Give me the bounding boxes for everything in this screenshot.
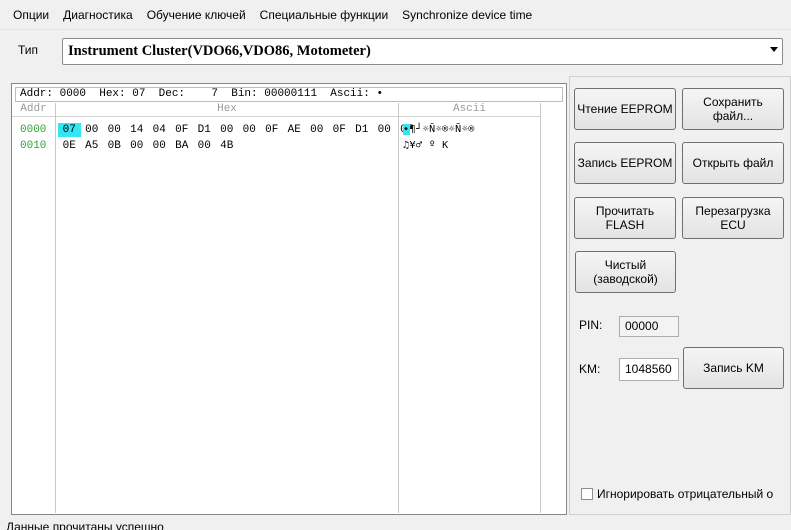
reboot-ecu-button[interactable]: Перезагрузка ECU (682, 197, 784, 239)
hex-column-header: Hex (56, 103, 398, 117)
hex-byte[interactable]: 14 (126, 123, 149, 137)
clean-factory-button[interactable]: Чистый (заводской) (575, 251, 676, 293)
hex-byte-selected[interactable]: 07 (58, 123, 81, 137)
menu-options[interactable]: Опции (6, 0, 56, 30)
ascii-divider (540, 103, 541, 513)
hex-byte[interactable]: 00 (148, 139, 171, 153)
write-eeprom-button[interactable]: Запись EEPROM (574, 142, 676, 184)
hex-byte[interactable]: 04 (148, 123, 171, 137)
type-dropdown[interactable]: Instrument Cluster(VDO66,VDO86, Motomete… (62, 38, 783, 65)
hex-byte[interactable]: AE (283, 123, 306, 137)
hex-byte[interactable]: 00 (306, 123, 329, 137)
hex-byte[interactable]: 0B (103, 139, 126, 153)
read-eeprom-button[interactable]: Чтение EEPROM (574, 88, 676, 130)
ascii-text[interactable]: ♫¥♂ º K (403, 140, 449, 151)
status-text: Данные прочитаны успешно (6, 520, 164, 530)
hex-byte[interactable]: 00 (193, 139, 216, 153)
menu-bar: Опции Диагностика Обучение ключей Специа… (0, 0, 791, 30)
type-dropdown-value: Instrument Cluster(VDO66,VDO86, Motomete… (68, 43, 371, 59)
ignore-negative-option[interactable]: Игнорировать отрицательный о (581, 487, 773, 501)
row-address: 0000 (20, 124, 47, 136)
row-address: 0010 (20, 140, 47, 152)
hex-byte[interactable]: 00 (373, 123, 396, 137)
ignore-negative-label: Игнорировать отрицательный о (597, 487, 774, 501)
ascii-column-header: Ascii (399, 103, 540, 117)
hex-byte[interactable]: BA (171, 139, 194, 153)
hex-divider (398, 103, 399, 513)
hex-editor[interactable]: Addr: 0000 Hex: 07 Dec: 7 Bin: 00000111 … (11, 83, 567, 515)
open-file-button[interactable]: Открыть файл (682, 142, 784, 184)
read-flash-button[interactable]: Прочитать FLASH (574, 197, 676, 239)
km-field[interactable]: 1048560 (619, 358, 679, 381)
hex-row: 0E A5 0B 00 00 BA 00 4B (58, 139, 238, 153)
addr-column-header: Addr (12, 103, 55, 117)
hex-info-bar: Addr: 0000 Hex: 07 Dec: 7 Bin: 00000111 … (15, 87, 563, 102)
hex-byte[interactable]: 0F (171, 123, 194, 137)
hex-byte[interactable]: 00 (216, 123, 239, 137)
hex-byte[interactable]: A5 (81, 139, 104, 153)
hex-byte[interactable]: D1 (351, 123, 374, 137)
hex-byte[interactable]: 00 (81, 123, 104, 137)
hex-byte[interactable]: D1 (193, 123, 216, 137)
ascii-row: •¶┘☼Ñ☼®☼Ñ☼® (403, 123, 475, 137)
hex-byte[interactable]: 00 (103, 123, 126, 137)
hex-byte[interactable]: 0E (58, 139, 81, 153)
ascii-row: ♫¥♂ º K (403, 139, 449, 153)
menu-sync-time[interactable]: Synchronize device time (395, 0, 539, 30)
menu-key-learning[interactable]: Обучение ключей (140, 0, 253, 30)
hex-byte[interactable]: 00 (238, 123, 261, 137)
addr-divider (55, 103, 56, 513)
km-label: KM: (579, 362, 601, 376)
status-bar: Данные прочитаны успешно (0, 518, 791, 530)
hex-byte[interactable]: 0F (328, 123, 351, 137)
ignore-negative-checkbox[interactable] (581, 488, 593, 500)
pin-label: PIN: (579, 318, 603, 332)
hex-row: 07 00 00 14 04 0F D1 00 00 0F AE 00 0F D… (58, 123, 418, 137)
ascii-text[interactable]: ¶┘☼Ñ☼®☼Ñ☼® (410, 124, 475, 135)
hex-byte[interactable]: 4B (216, 139, 239, 153)
menu-special-functions[interactable]: Специальные функции (253, 0, 396, 30)
pin-field[interactable]: 00000 (619, 316, 679, 337)
type-label: Тип (18, 43, 39, 57)
save-file-button[interactable]: Сохранить файл... (682, 88, 784, 130)
hex-byte[interactable]: 0F (261, 123, 284, 137)
chevron-down-icon (770, 47, 778, 52)
write-km-button[interactable]: Запись KM (683, 347, 784, 389)
type-row: Тип Instrument Cluster(VDO66,VDO86, Moto… (0, 30, 791, 76)
menu-diagnostics[interactable]: Диагностика (56, 0, 140, 30)
hex-byte[interactable]: 00 (126, 139, 149, 153)
